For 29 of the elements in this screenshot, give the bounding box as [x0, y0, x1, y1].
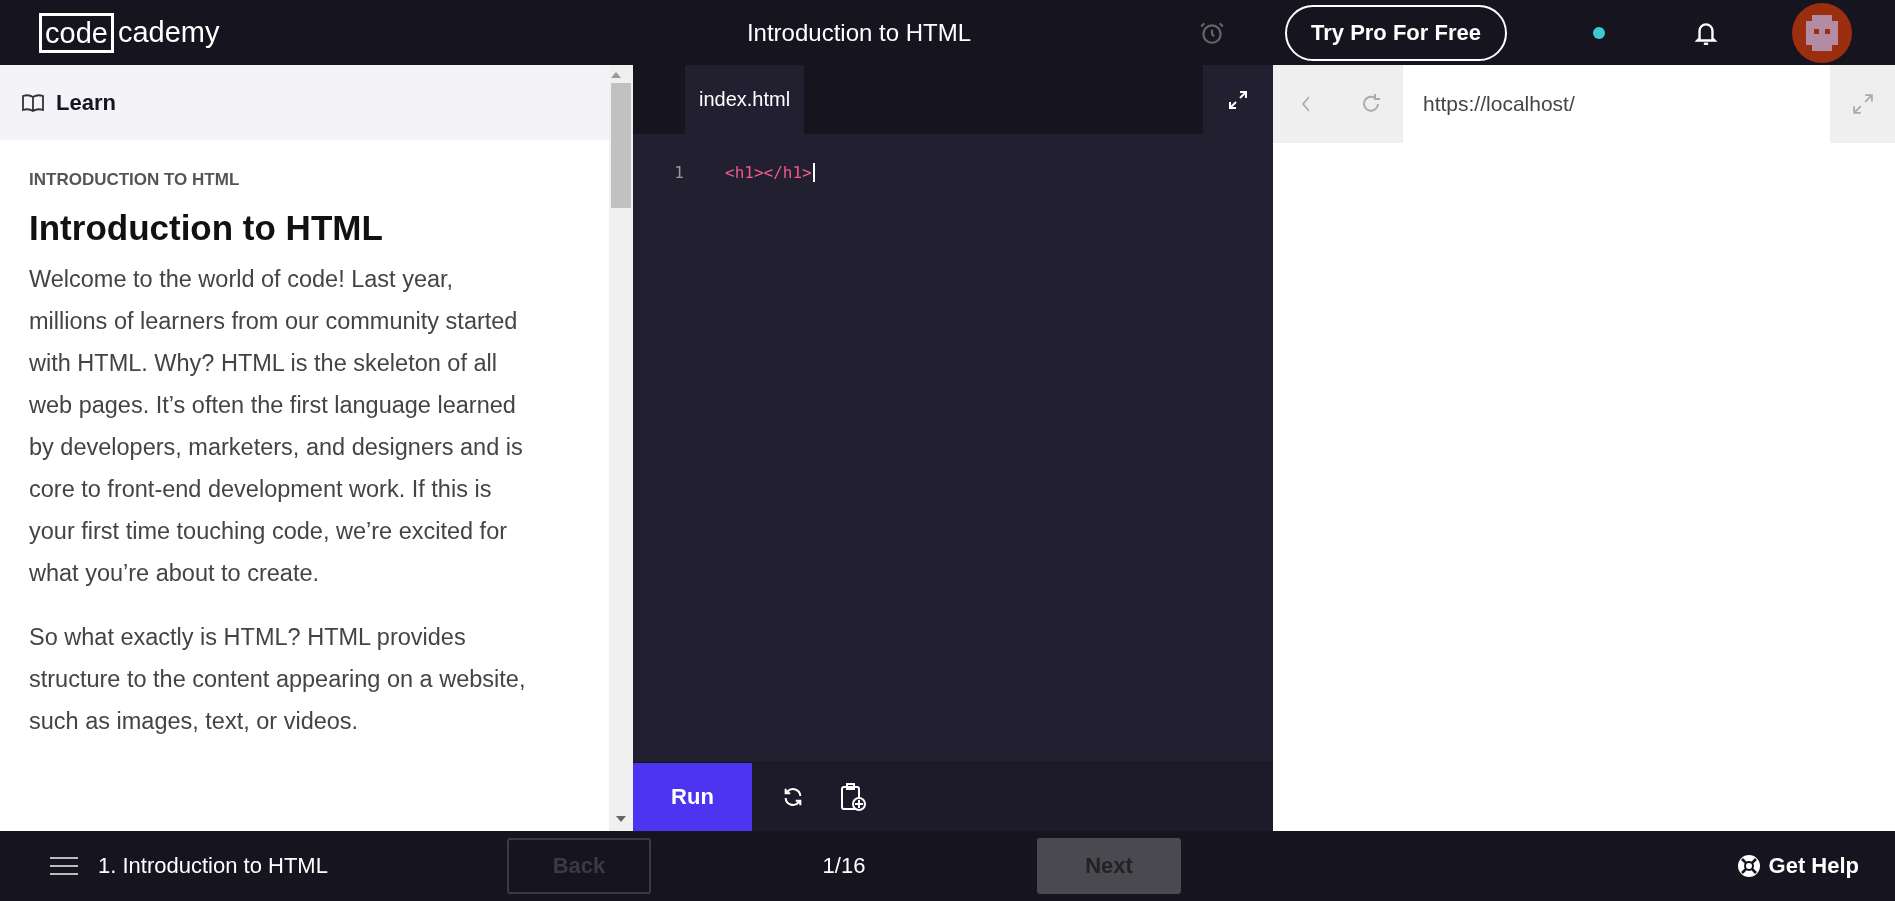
logo-text: code [39, 12, 114, 53]
logo-text: cademy [116, 16, 220, 49]
codecademy-logo[interactable]: code cademy [39, 12, 619, 53]
avatar-icon[interactable] [1791, 2, 1852, 63]
scrollbar-thumb[interactable] [611, 83, 631, 208]
lesson-paragraph: Welcome to the world of code! Last year, millions of learners from our community started with HTML. Why? HTML is the skeleton of all web pages. It’s often the first language learned by developers, marketers, and designers and is core to front-end development work. If this is your first time touching code, we’re excited for what you’re about to create. [29, 265, 524, 588]
scroll-up-icon[interactable] [611, 71, 621, 79]
lesson-paragraph: So what exactly is HTML? HTML provides structure to the content appearing on a website, such as images, text, or videos. [29, 623, 527, 736]
line-number: 1 [673, 162, 685, 182]
menu-icon[interactable] [50, 856, 78, 876]
scroll-down-icon[interactable] [616, 815, 626, 823]
scrollbar[interactable] [609, 65, 633, 831]
lesson-eyebrow: INTRODUCTION TO HTML [29, 170, 241, 190]
course-title: Introduction to HTML [745, 18, 973, 47]
learn-label: Learn [56, 89, 116, 116]
lesson-title: Introduction to HTML [29, 208, 384, 248]
expand-icon [1229, 90, 1247, 109]
file-tab[interactable]: index.html [685, 65, 805, 134]
status-dot-icon [1592, 26, 1605, 39]
run-button[interactable]: Run [633, 763, 752, 831]
learn-tab[interactable]: Learn [0, 65, 609, 140]
lesson-name: 1. Introduction to HTML [98, 853, 329, 879]
code-line: <h1></h1> [725, 162, 815, 182]
book-icon [22, 93, 44, 112]
try-pro-button[interactable]: Try Pro For Free [1285, 4, 1507, 61]
get-help-button[interactable]: Get Help [1730, 852, 1865, 880]
url-field[interactable]: https://localhost/ [1403, 65, 1830, 143]
progress-count: 1/16 [821, 853, 867, 879]
lifebuoy-icon [1736, 854, 1761, 878]
